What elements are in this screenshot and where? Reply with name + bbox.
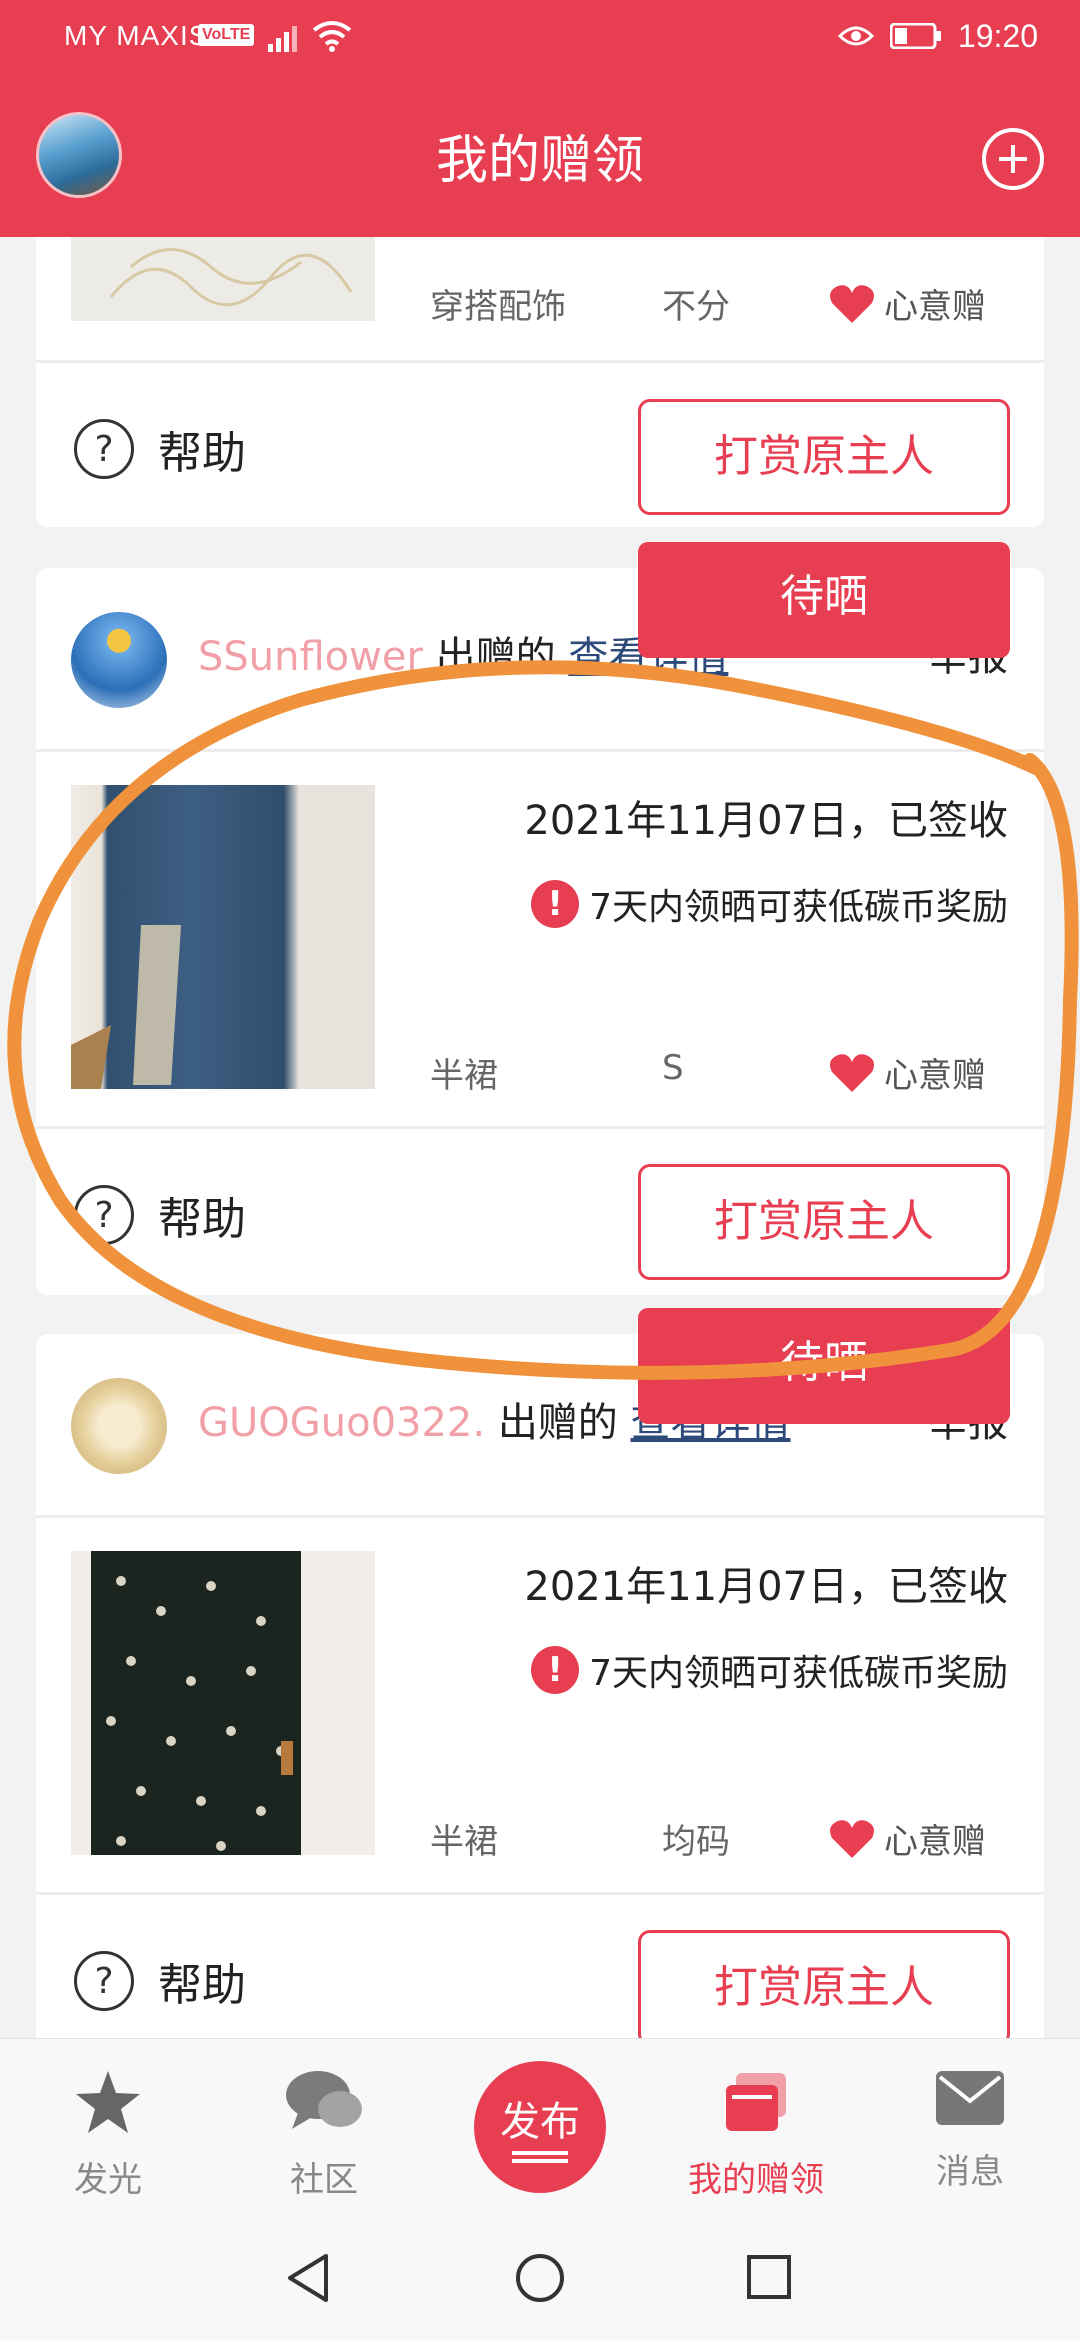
question-icon: ? [74, 1951, 134, 2011]
nav-item-community[interactable]: 社区 [254, 2069, 394, 2201]
mail-icon [936, 2071, 1004, 2125]
page-title: 我的赠领 [435, 131, 644, 191]
chat-bubbles-icon [286, 2071, 362, 2129]
tip-owner-button[interactable]: 打赏原主人 [638, 1930, 1010, 2046]
publish-icon [512, 2151, 568, 2155]
bottom-navigation: 发光 社区 发布 我的赠领 消息 [0, 2038, 1080, 2214]
star-icon [76, 2071, 140, 2133]
help-label: 帮助 [158, 1960, 246, 2011]
reward-notice: ! 7天内领晒可获低碳币奖励 [531, 1644, 1008, 1696]
reward-notice: ! 7天内领晒可获低碳币奖励 [531, 878, 1008, 930]
giver-username[interactable]: GUOGuo0322. [198, 1400, 485, 1446]
nav-label: 我的赠领 [688, 2160, 824, 2200]
item-category: 穿搭配饰 [430, 287, 566, 327]
nav-label: 发光 [74, 2160, 142, 2200]
gift-card: GUOGuo0322. 出赠的 查看详情 举报 2021年11月07日，已签收 … [36, 1334, 1044, 2094]
reward-notice-text: 7天内领晒可获低碳币奖励 [589, 1653, 1008, 1694]
divider [36, 1892, 1044, 1895]
wifi-icon [312, 21, 352, 52]
gift-card: SSunflower 出赠的 查看详情 举报 2021年11月07日，已签收 !… [36, 568, 1044, 1295]
add-icon[interactable] [982, 128, 1044, 190]
help-link[interactable]: ? 帮助 [74, 417, 246, 481]
publish-button[interactable]: 发布 [474, 2061, 606, 2193]
giver-username[interactable]: SSunflower [198, 634, 423, 680]
divider [36, 749, 1044, 752]
alert-icon: ! [531, 1646, 580, 1694]
signal-icon [268, 26, 297, 52]
divider [36, 360, 1044, 363]
nav-item-messages[interactable]: 消息 [900, 2069, 1040, 2193]
item-size: 不分 [662, 287, 730, 327]
cards-icon [726, 2073, 786, 2131]
gift-tag: 心意赠 [828, 1814, 986, 1863]
pending-share-badge[interactable]: 待晒 [638, 1308, 1010, 1424]
screen: MY MAXIS VoLTE 19:20 我的赠领 穿搭配饰 不分 心意赠 ? … [0, 0, 1080, 2340]
status-icons: 19:20 [837, 14, 1038, 58]
alert-icon: ! [531, 880, 580, 928]
heart-icon [830, 1819, 874, 1858]
question-icon: ? [74, 1185, 134, 1245]
gift-tag-label: 心意赠 [884, 1056, 986, 1096]
item-thumbnail[interactable] [71, 1551, 375, 1855]
user-avatar[interactable] [71, 612, 167, 708]
clock: 19:20 [957, 17, 1038, 54]
back-icon[interactable] [284, 2252, 332, 2304]
divider [36, 1126, 1044, 1129]
heart-icon [830, 284, 874, 323]
received-date: 2021年11月07日，已签收 [524, 1564, 1008, 1610]
status-bar: MY MAXIS VoLTE 19:20 [0, 0, 1080, 75]
tip-owner-button[interactable]: 打赏原主人 [638, 399, 1010, 515]
recents-icon[interactable] [746, 2254, 792, 2300]
gift-card: 穿搭配饰 不分 心意赠 ? 帮助 打赏原主人 [36, 237, 1044, 527]
battery-icon [889, 23, 941, 49]
item-category: 半裙 [430, 1822, 498, 1862]
volte-badge: VoLTE [198, 24, 255, 46]
divider [36, 1515, 1044, 1518]
gift-tag: 心意赠 [828, 1048, 986, 1097]
heart-icon [830, 1053, 874, 1092]
help-label: 帮助 [158, 428, 246, 479]
item-thumbnail[interactable] [71, 237, 375, 321]
nav-item-glow[interactable]: 发光 [38, 2069, 178, 2201]
publish-icon-line [512, 2159, 568, 2163]
help-link[interactable]: ? 帮助 [74, 1949, 246, 2013]
help-link[interactable]: ? 帮助 [74, 1183, 246, 1247]
app-header: MY MAXIS VoLTE 19:20 我的赠领 [0, 0, 1080, 237]
system-navigation-bar [0, 2214, 1080, 2340]
tip-owner-button[interactable]: 打赏原主人 [638, 1164, 1010, 1280]
nav-label: 消息 [936, 2152, 1004, 2192]
item-size: 均码 [662, 1822, 730, 1862]
home-icon[interactable] [514, 2252, 566, 2304]
nav-label: 社区 [290, 2160, 358, 2200]
publish-label: 发布 [500, 2099, 580, 2145]
gift-tag-label: 心意赠 [884, 287, 986, 327]
reward-notice-text: 7天内领晒可获低碳币奖励 [589, 887, 1008, 928]
item-category: 半裙 [430, 1056, 498, 1096]
user-avatar[interactable] [71, 1378, 167, 1474]
item-thumbnail[interactable] [71, 785, 375, 1089]
help-label: 帮助 [158, 1194, 246, 1245]
received-date: 2021年11月07日，已签收 [524, 798, 1008, 844]
question-icon: ? [74, 419, 134, 479]
gift-tag: 心意赠 [828, 279, 986, 328]
nav-item-my-gifts[interactable]: 我的赠领 [686, 2069, 826, 2201]
eye-icon [837, 26, 874, 46]
give-text: 出赠的 [497, 1400, 618, 1446]
gift-tag-label: 心意赠 [884, 1822, 986, 1862]
item-size: S [662, 1048, 684, 1088]
carrier-label: MY MAXIS [64, 20, 209, 51]
pending-share-badge[interactable]: 待晒 [638, 542, 1010, 658]
give-text: 出赠的 [435, 634, 556, 680]
